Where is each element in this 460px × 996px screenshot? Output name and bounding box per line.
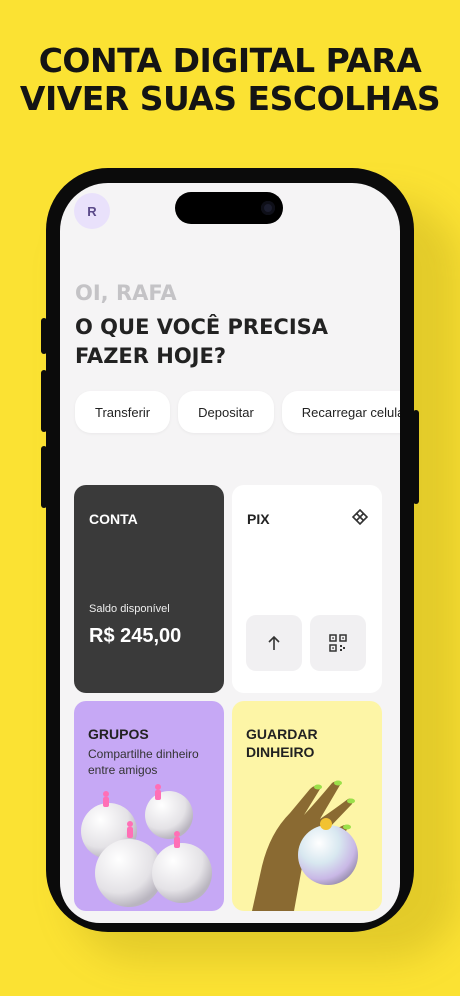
guardar-title-line-2: DINHEIRO [246, 744, 315, 760]
phone-volume-down [41, 446, 47, 508]
camera-icon [261, 201, 275, 215]
balance-label: Saldo disponível [89, 603, 170, 615]
app-screen: R OI, RAFA O QUE VOCÊ PRECISA FAZER HOJE… [60, 183, 400, 923]
depositar-button[interactable]: Depositar [178, 391, 274, 433]
guardar-title: GUARDAR DINHEIRO [246, 725, 318, 761]
pix-title: PIX [247, 511, 270, 527]
dynamic-island [175, 192, 283, 224]
page-title-line-2: FAZER HOJE? [75, 344, 227, 368]
page-title-line-1: O QUE VOCÊ PRECISA [75, 315, 329, 339]
pix-card[interactable]: PIX [232, 485, 382, 693]
phone-side-button [41, 318, 47, 354]
pix-logo-icon [352, 509, 368, 525]
grupos-card[interactable]: GRUPOS Compartilhe dinheiro entre amigos [74, 701, 224, 911]
profile-avatar[interactable]: R [74, 193, 110, 229]
greeting: OI, RAFA [75, 281, 177, 305]
qr-code-icon [329, 634, 347, 652]
balance-value: R$ 245,00 [89, 625, 182, 647]
guardar-title-line-1: GUARDAR [246, 726, 318, 742]
guardar-illustration [252, 780, 358, 911]
conta-card[interactable]: CONTA Saldo disponível R$ 245,00 [74, 485, 224, 693]
grupos-description: Compartilhe dinheiro entre amigos [88, 747, 199, 777]
phone-volume-up [41, 370, 47, 432]
arrow-up-icon [268, 635, 280, 650]
conta-title: CONTA [89, 511, 138, 527]
quick-actions: Transferir Depositar Recarregar celular [75, 391, 400, 433]
grupos-illustration [81, 784, 212, 907]
phone-power-button [413, 410, 419, 504]
promo-headline: CONTA DIGITAL PARA VIVER SUAS ESCOLHAS [0, 42, 460, 118]
pix-send-button[interactable] [246, 615, 302, 671]
headline-line-2: VIVER SUAS ESCOLHAS [19, 79, 441, 118]
guardar-dinheiro-card[interactable]: GUARDAR DINHEIRO [232, 701, 382, 911]
page-title: O QUE VOCÊ PRECISA FAZER HOJE? [75, 313, 328, 371]
recarregar-celular-button[interactable]: Recarregar celular [281, 391, 400, 433]
headline-line-1: CONTA DIGITAL PARA [38, 41, 422, 80]
grupos-title: GRUPOS [88, 726, 149, 742]
transferir-button[interactable]: Transferir [75, 391, 171, 433]
pix-qrcode-button[interactable] [310, 615, 366, 671]
